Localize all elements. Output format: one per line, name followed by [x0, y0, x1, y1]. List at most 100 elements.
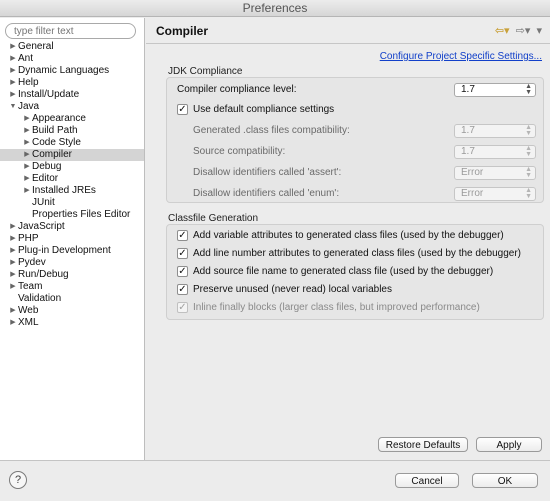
compliance-level-select[interactable]: 1.7 ▲ ▼	[454, 83, 536, 97]
tree-item-label: JUnit	[32, 197, 55, 208]
generated-class-compat-value: 1.7	[461, 125, 475, 136]
tree-item[interactable]: Validation	[0, 293, 144, 305]
collapse-right-icon[interactable]: ▶	[8, 245, 18, 257]
tree-item-label: Compiler	[32, 149, 73, 160]
tree-item[interactable]: ▶ Appearance	[0, 113, 144, 125]
help-icon[interactable]: ?	[9, 471, 27, 489]
tree-item-label: Run/Debug	[18, 269, 69, 280]
collapse-right-icon[interactable]: ▶	[8, 77, 18, 89]
collapse-right-icon[interactable]: ▶	[22, 137, 32, 149]
tree-item[interactable]: ▶ JavaScript	[0, 221, 144, 233]
use-default-compliance-checkbox[interactable]: ✓	[177, 104, 188, 115]
collapse-right-icon[interactable]: ▶	[8, 233, 18, 245]
tree-item[interactable]: ▶ Compiler	[0, 149, 144, 161]
window-title: Preferences	[0, 0, 550, 17]
tree-item-label: Team	[18, 281, 43, 292]
collapse-right-icon[interactable]: ▶	[8, 221, 18, 233]
tree-item[interactable]: ▶ Code Style	[0, 137, 144, 149]
tree-item[interactable]: ▶ Help	[0, 77, 144, 89]
configure-project-specific-link[interactable]: Configure Project Specific Settings...	[380, 51, 542, 62]
collapse-right-icon[interactable]: ▶	[8, 65, 18, 77]
tree-item[interactable]: ▼ Java	[0, 101, 144, 113]
tree-item-label: Code Style	[32, 137, 81, 148]
collapse-right-icon[interactable]: ▶	[8, 317, 18, 329]
stepper-arrows-icon: ▲ ▼	[525, 145, 532, 158]
disallow-assert-label: Disallow identifiers called 'assert':	[193, 167, 342, 178]
compliance-level-label: Compiler compliance level:	[177, 84, 297, 95]
compiler-page: Compiler ⇦▾ ⇨▾ ▾ Configure Project Speci…	[146, 18, 550, 460]
preserve-unused-variables-checkbox[interactable]: ✓	[177, 284, 188, 295]
filter-input[interactable]	[5, 23, 136, 39]
line-number-attributes-checkbox[interactable]: ✓	[177, 248, 188, 259]
tree-item[interactable]: ▶ Dynamic Languages	[0, 65, 144, 77]
back-arrow-icon[interactable]: ⇦▾	[495, 24, 510, 37]
expand-down-icon[interactable]: ▼	[8, 101, 18, 113]
collapse-right-icon[interactable]: ▶	[22, 161, 32, 173]
source-file-name-label: Add source file name to generated class …	[193, 266, 494, 277]
collapse-right-icon[interactable]: ▶	[22, 173, 32, 185]
forward-arrow-icon[interactable]: ⇨▾	[516, 24, 531, 37]
disallow-enum-select[interactable]: Error ▲ ▼	[454, 187, 536, 201]
tree-item-label: Installed JREs	[32, 185, 96, 196]
tree-item[interactable]: ▶ Plug-in Development	[0, 245, 144, 257]
tree-item-label: Validation	[18, 293, 62, 304]
restore-defaults-button[interactable]: Restore Defaults	[378, 437, 468, 452]
tree-item[interactable]: ▶ XML	[0, 317, 144, 329]
tree-item[interactable]: ▶ Editor	[0, 173, 144, 185]
collapse-right-icon[interactable]: ▶	[8, 257, 18, 269]
tree-item[interactable]: ▶ Team	[0, 281, 144, 293]
tree-item[interactable]: ▶ PHP	[0, 233, 144, 245]
tree-item[interactable]: ▶ Installed JREs	[0, 185, 144, 197]
preserve-unused-variables-label: Preserve unused (never read) local varia…	[193, 284, 392, 295]
view-menu-icon[interactable]: ▾	[536, 24, 542, 37]
disallow-assert-select[interactable]: Error ▲ ▼	[454, 166, 536, 180]
tree-item[interactable]: ▶ Debug	[0, 161, 144, 173]
tree-item-label: Pydev	[18, 257, 46, 268]
stepper-arrows-icon: ▲ ▼	[525, 124, 532, 137]
preference-tree: ▶ General ▶ Ant ▶ Dynamic Languages ▶ Help ▶ Inst…	[0, 41, 144, 329]
cancel-button[interactable]: Cancel	[395, 473, 459, 488]
tree-item[interactable]: ▶ Build Path	[0, 125, 144, 137]
disallow-enum-value: Error	[461, 188, 484, 199]
preference-tree-pane: ▶General▶Ant▶Dynamic Languages▶Help▶Inst…	[0, 18, 145, 460]
collapse-right-icon[interactable]: ▶	[8, 305, 18, 317]
disallow-assert-value: Error	[461, 167, 484, 178]
source-file-name-checkbox[interactable]: ✓	[177, 266, 188, 277]
tree-item[interactable]: Properties Files Editor	[0, 209, 144, 221]
tree-item[interactable]: JUnit	[0, 197, 144, 209]
classfile-generation-group: ✓ Add variable attributes to generated c…	[166, 224, 544, 320]
tree-item-label: Help	[18, 77, 39, 88]
collapse-right-icon[interactable]: ▶	[22, 113, 32, 125]
ok-button[interactable]: OK	[472, 473, 538, 488]
tree-item-label: Web	[18, 305, 39, 316]
collapse-right-icon[interactable]: ▶	[8, 281, 18, 293]
collapse-right-icon[interactable]: ▶	[8, 41, 18, 53]
collapse-right-icon[interactable]: ▶	[22, 185, 32, 197]
collapse-right-icon[interactable]: ▶	[22, 125, 32, 137]
generated-class-compat-select[interactable]: 1.7 ▲ ▼	[454, 124, 536, 138]
line-number-attributes-label: Add line number attributes to generated …	[193, 248, 521, 259]
tree-item[interactable]: ▶ Install/Update	[0, 89, 144, 101]
inline-finally-label: Inline finally blocks (larger class file…	[193, 302, 480, 313]
tree-item-label: Debug	[32, 161, 62, 172]
tree-item-label: Ant	[18, 53, 34, 64]
source-compat-select[interactable]: 1.7 ▲ ▼	[454, 145, 536, 159]
collapse-right-icon[interactable]: ▶	[8, 53, 18, 65]
jdk-compliance-label: JDK Compliance	[168, 66, 243, 77]
use-default-compliance-label: Use default compliance settings	[193, 104, 335, 115]
tree-item-label: Plug-in Development	[18, 245, 111, 256]
tree-item[interactable]: ▶ Pydev	[0, 257, 144, 269]
tree-item[interactable]: ▶ Ant	[0, 53, 144, 65]
collapse-right-icon[interactable]: ▶	[22, 149, 32, 161]
tree-item-label: Build Path	[32, 125, 78, 136]
compliance-level-value: 1.7	[461, 84, 475, 95]
tree-item[interactable]: ▶ General	[0, 41, 144, 53]
inline-finally-checkbox[interactable]: ✓	[177, 302, 188, 313]
collapse-right-icon[interactable]: ▶	[8, 269, 18, 281]
disallow-enum-label: Disallow identifiers called 'enum':	[193, 188, 340, 199]
apply-button[interactable]: Apply	[476, 437, 542, 452]
variable-attributes-checkbox[interactable]: ✓	[177, 230, 188, 241]
collapse-right-icon[interactable]: ▶	[8, 89, 18, 101]
tree-item[interactable]: ▶ Web	[0, 305, 144, 317]
tree-item[interactable]: ▶ Run/Debug	[0, 269, 144, 281]
